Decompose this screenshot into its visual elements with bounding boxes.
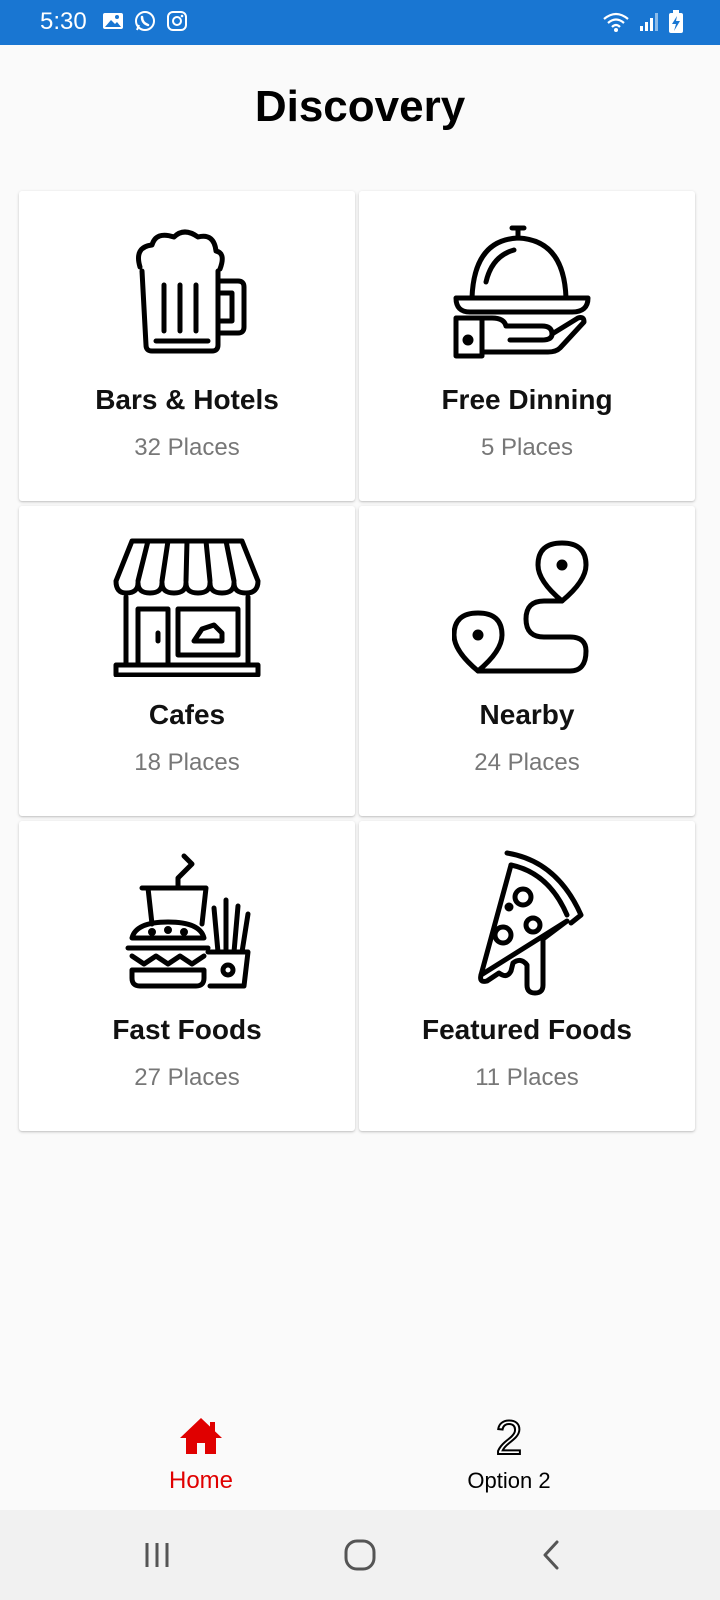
pizza-slice-icon [359, 850, 695, 996]
category-card-cafes[interactable]: Cafes 18 Places [19, 506, 355, 816]
page-title: Discovery [254, 82, 466, 131]
bottom-navigation: Home 2 Option 2 [0, 1400, 720, 1510]
battery-charging-icon [668, 10, 684, 39]
nav-option-2[interactable]: 2 Option 2 [409, 1400, 609, 1510]
status-time: 5:30 [40, 8, 87, 35]
whatsapp-icon [134, 10, 156, 37]
number-two-glyph: 2 [496, 1412, 523, 1460]
recent-apps-icon [145, 1543, 169, 1567]
category-name: Fast Foods [112, 1014, 262, 1045]
status-bar: 5:30 [0, 0, 720, 45]
status-right-icons [602, 10, 684, 39]
category-count: 27 Places [134, 1064, 240, 1091]
category-count: 18 Places [134, 749, 240, 776]
number-two-icon: 2 [409, 1412, 609, 1460]
category-count: 32 Places [134, 434, 240, 461]
wifi-icon [602, 11, 630, 38]
status-left-icons [102, 10, 188, 37]
cloche-serving-icon [359, 225, 695, 359]
home-system-button[interactable] [330, 1530, 390, 1580]
category-name: Bars & Hotels [95, 384, 279, 415]
back-button[interactable] [521, 1530, 581, 1580]
back-chevron-icon [543, 1540, 559, 1570]
nav-home-label: Home [168, 1467, 234, 1494]
category-card-nearby[interactable]: Nearby 24 Places [359, 506, 695, 816]
beer-mug-icon [19, 227, 355, 357]
system-navigation-bar [0, 1510, 720, 1600]
category-count: 24 Places [474, 749, 580, 776]
signal-icon [638, 11, 660, 38]
category-card-free-dinning[interactable]: Free Dinning 5 Places [359, 191, 695, 501]
instagram-icon [166, 10, 188, 37]
fast-food-icon [19, 853, 355, 989]
route-pins-icon [359, 540, 695, 674]
home-circle-icon [344, 1539, 376, 1571]
category-name: Cafes [148, 699, 226, 730]
storefront-icon [19, 538, 355, 677]
category-count: 11 Places [475, 1064, 579, 1091]
category-name: Featured Foods [421, 1014, 632, 1045]
nav-home[interactable]: Home [101, 1400, 301, 1510]
category-name: Free Dinning [441, 384, 613, 415]
category-card-featured-foods[interactable]: Featured Foods 11 Places [359, 821, 695, 1131]
nav-option-2-label: Option 2 [467, 1468, 551, 1493]
home-icon [101, 1414, 301, 1458]
recent-apps-button[interactable] [127, 1530, 187, 1580]
category-card-bars-hotels[interactable]: Bars & Hotels 32 Places [19, 191, 355, 501]
gallery-icon [102, 11, 124, 36]
category-card-fast-foods[interactable]: Fast Foods 27 Places [19, 821, 355, 1131]
category-count: 5 Places [480, 434, 574, 461]
category-name: Nearby [479, 699, 575, 730]
